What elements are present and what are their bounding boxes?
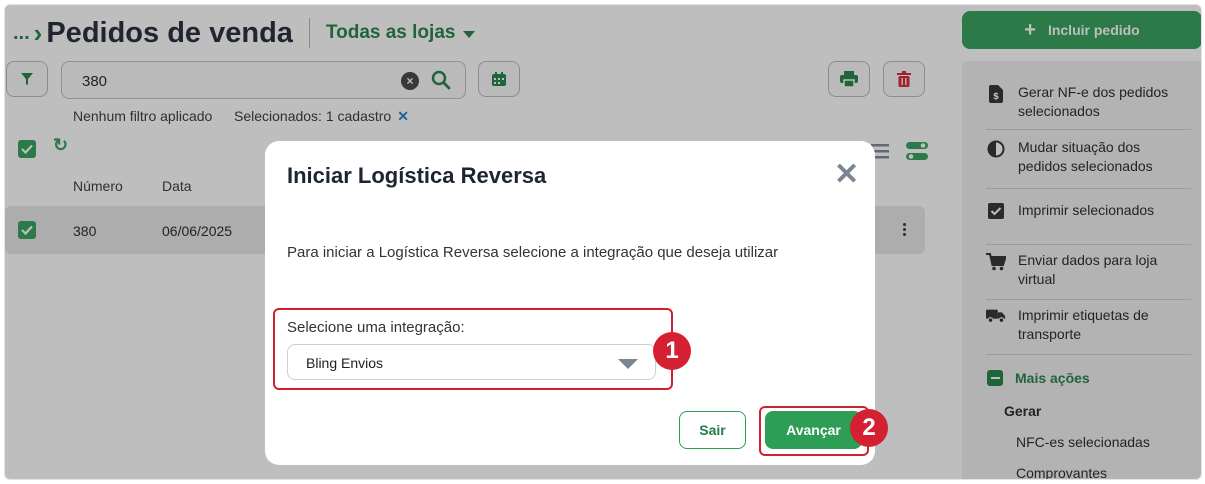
reverse-logistics-dialog: Iniciar Logística Reversa ✕ Para iniciar…: [265, 141, 888, 465]
dialog-title: Iniciar Logística Reversa: [287, 163, 547, 188]
caret-down-icon: [618, 359, 638, 369]
dialog-description: Para iniciar a Logística Reversa selecio…: [287, 244, 779, 261]
integration-select-value: Bling Envios: [306, 355, 384, 371]
exit-button[interactable]: Sair: [679, 411, 746, 449]
advance-button[interactable]: Avançar: [765, 411, 862, 449]
step-badge-2: 2: [850, 409, 888, 447]
app-window: ... › Pedidos de venda Todas as lojas 38…: [4, 4, 1202, 480]
integration-select[interactable]: Bling Envios: [287, 344, 656, 380]
step-badge-1: 1: [653, 332, 691, 370]
close-icon[interactable]: ✕: [834, 160, 859, 190]
integration-label: Selecione uma integração:: [287, 319, 465, 336]
